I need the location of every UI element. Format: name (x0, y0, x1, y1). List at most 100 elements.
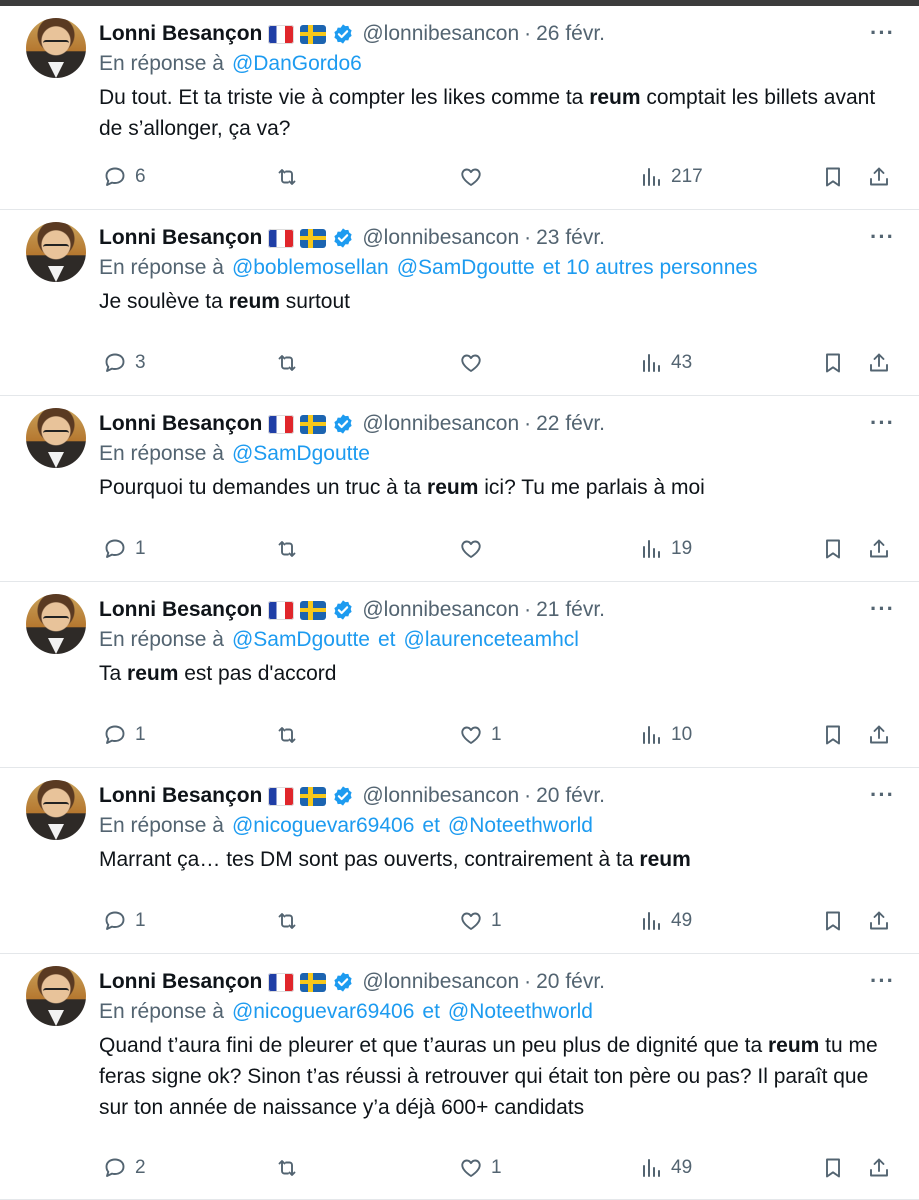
reply-button[interactable]: 2 (103, 1156, 146, 1180)
mention-link[interactable]: @SamDgoutte (397, 256, 535, 279)
author-handle[interactable]: @lonnibesancon (362, 970, 519, 994)
mention-link[interactable]: et (422, 1000, 440, 1023)
views-bar-chart-icon (643, 912, 660, 930)
share-button[interactable] (867, 723, 891, 747)
mention-link[interactable]: et (378, 628, 396, 651)
text-fragment: Marrant ça… tes DM sont pas ouverts, con… (99, 848, 640, 871)
mention-link[interactable]: @SamDgoutte (232, 628, 370, 651)
retweet-button[interactable] (275, 909, 307, 933)
share-upload-icon (870, 1158, 888, 1177)
author-handle[interactable]: @lonnibesancon (362, 412, 519, 436)
bookmark-button[interactable] (821, 723, 845, 747)
verified-badge-icon (334, 972, 352, 992)
views-button[interactable]: 43 (639, 351, 692, 375)
verified-badge-icon (334, 786, 352, 806)
author-handle[interactable]: @lonnibesancon (362, 22, 519, 46)
reply-context: En réponse à @nicoguevar69406 et @Noteethw… (99, 996, 899, 1028)
reply-button[interactable]: 1 (103, 537, 146, 561)
tweet-date[interactable]: 26 févr. (536, 22, 605, 46)
like-button[interactable]: 1 (459, 1156, 502, 1180)
like-button[interactable]: 1 (459, 909, 502, 933)
share-button[interactable] (867, 1156, 891, 1180)
bookmark-button[interactable] (821, 165, 845, 189)
mention-link[interactable]: et 10 autres personnes (543, 256, 758, 279)
mention-link[interactable]: @Noteethworld (448, 814, 593, 837)
mention-link[interactable]: @nicoguevar69406 (232, 814, 414, 837)
reply-button[interactable]: 6 (103, 165, 146, 189)
author-name[interactable]: Lonni Besançon (99, 784, 262, 808)
mention-link[interactable]: @boblemosellan (232, 256, 389, 279)
author-handle[interactable]: @lonnibesancon (362, 598, 519, 622)
author-name[interactable]: Lonni Besançon (99, 22, 262, 46)
bookmark-button[interactable] (821, 351, 845, 375)
views-button[interactable]: 19 (639, 537, 692, 561)
author-name[interactable]: Lonni Besançon (99, 226, 262, 250)
mention-link[interactable]: @DanGordo6 (232, 52, 362, 75)
bookmark-icon (826, 167, 840, 187)
avatar[interactable] (26, 966, 86, 1026)
bookmark-button[interactable] (821, 909, 845, 933)
bookmark-button[interactable] (821, 537, 845, 561)
views-button[interactable]: 49 (639, 1156, 692, 1180)
avatar[interactable] (26, 594, 86, 654)
tweet-date[interactable]: 20 févr. (536, 784, 605, 808)
more-dots-icon[interactable]: ··· (870, 968, 895, 994)
more-dots-icon[interactable]: ··· (870, 410, 895, 436)
share-button[interactable] (867, 537, 891, 561)
author-name[interactable]: Lonni Besançon (99, 970, 262, 994)
author-name[interactable]: Lonni Besançon (99, 412, 262, 436)
tweet-date[interactable]: 21 févr. (536, 598, 605, 622)
like-button[interactable] (459, 537, 491, 561)
more-dots-icon[interactable]: ··· (870, 782, 895, 808)
mention-link[interactable]: @Noteethworld (448, 1000, 593, 1023)
bookmark-icon (826, 1158, 840, 1178)
views-button[interactable]: 49 (639, 909, 692, 933)
avatar[interactable] (26, 222, 86, 282)
bookmark-button[interactable] (821, 1156, 845, 1180)
tweet-card-4[interactable]: Lonni Besançon @lonnibesancon · 21 févr.… (0, 582, 919, 768)
author-name[interactable]: Lonni Besançon (99, 598, 262, 622)
tweet-card-2[interactable]: Lonni Besançon @lonnibesancon · 23 févr.… (0, 210, 919, 396)
mention-link[interactable]: et (422, 814, 440, 837)
author-handle[interactable]: @lonnibesancon (362, 784, 519, 808)
reply-context: En réponse à @DanGordo6 (99, 48, 899, 80)
reply-button[interactable]: 3 (103, 351, 146, 375)
tweet-card-1[interactable]: Lonni Besançon @lonnibesancon · 26 févr.… (0, 6, 919, 210)
like-button[interactable] (459, 351, 491, 375)
reply-button[interactable]: 1 (103, 723, 146, 747)
retweet-button[interactable] (275, 723, 307, 747)
more-dots-icon[interactable]: ··· (870, 224, 895, 250)
tweet-card-6[interactable]: Lonni Besançon @lonnibesancon · 20 févr.… (0, 954, 919, 1200)
sweden-flag-icon (300, 972, 327, 992)
retweet-button[interactable] (275, 165, 307, 189)
tweet-date[interactable]: 22 févr. (536, 412, 605, 436)
tweet-date[interactable]: 20 févr. (536, 970, 605, 994)
sweden-flag-icon (300, 786, 327, 806)
tweet-card-3[interactable]: Lonni Besançon @lonnibesancon · 22 févr.… (0, 396, 919, 582)
reply-button[interactable]: 1 (103, 909, 146, 933)
mentions-list: @nicoguevar69406 et @Noteethworld (224, 814, 593, 838)
like-button[interactable] (459, 165, 491, 189)
share-button[interactable] (867, 909, 891, 933)
retweet-button[interactable] (275, 1156, 307, 1180)
author-handle[interactable]: @lonnibesancon (362, 226, 519, 250)
like-button[interactable]: 1 (459, 723, 502, 747)
more-dots-icon[interactable]: ··· (870, 596, 895, 622)
tweet-card-5[interactable]: Lonni Besançon @lonnibesancon · 20 févr.… (0, 768, 919, 954)
retweet-button[interactable] (275, 351, 307, 375)
share-button[interactable] (867, 165, 891, 189)
avatar[interactable] (26, 780, 86, 840)
mention-link[interactable]: @laurenceteamhcl (404, 628, 579, 651)
reply-context: En réponse à @SamDgoutte (99, 438, 899, 470)
tweet-date[interactable]: 23 févr. (536, 226, 605, 250)
views-button[interactable]: 10 (639, 723, 692, 747)
avatar[interactable] (26, 18, 86, 78)
retweet-button[interactable] (275, 537, 307, 561)
more-dots-icon[interactable]: ··· (870, 20, 895, 46)
views-button[interactable]: 217 (639, 165, 703, 189)
share-button[interactable] (867, 351, 891, 375)
separator-dot: · (524, 22, 532, 45)
mention-link[interactable]: @SamDgoutte (232, 442, 370, 465)
mention-link[interactable]: @nicoguevar69406 (232, 1000, 414, 1023)
avatar[interactable] (26, 408, 86, 468)
